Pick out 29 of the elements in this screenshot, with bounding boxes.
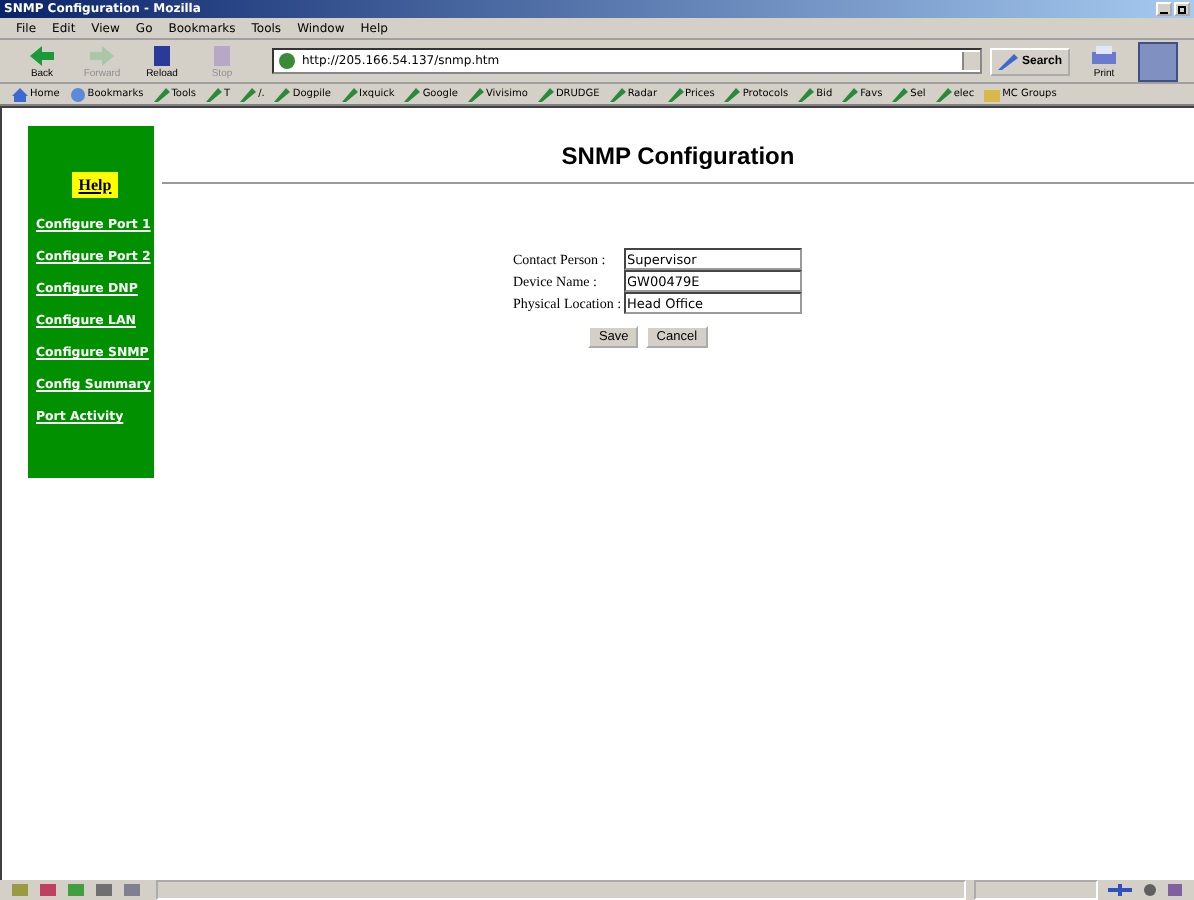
forward-arrow-icon bbox=[88, 43, 116, 67]
bookmark-icon bbox=[467, 87, 484, 101]
logo-icon bbox=[1138, 41, 1178, 81]
printer-icon bbox=[1090, 43, 1118, 67]
bookmark-icon bbox=[935, 87, 952, 101]
folder-icon bbox=[984, 87, 1001, 101]
bookmark-icon bbox=[724, 87, 741, 101]
bookmark-icon bbox=[404, 87, 421, 101]
page-icon bbox=[278, 52, 296, 70]
maximize-icon bbox=[1178, 5, 1186, 13]
minimize-button[interactable] bbox=[1156, 2, 1172, 16]
search-icon bbox=[997, 53, 1018, 69]
bookmark-icon bbox=[609, 87, 626, 101]
maximize-button[interactable] bbox=[1174, 2, 1190, 16]
reload-icon bbox=[148, 43, 176, 67]
bookmark-icon bbox=[537, 87, 554, 101]
house-icon bbox=[12, 87, 28, 101]
bookmarks-icon bbox=[69, 87, 86, 101]
help-link[interactable]: Help bbox=[72, 172, 118, 198]
back-arrow-icon bbox=[28, 43, 56, 67]
bookmark-icon bbox=[842, 87, 859, 101]
stop-icon bbox=[208, 43, 236, 67]
bookmark-icon bbox=[341, 87, 357, 101]
page-heading: SNMP Configuration bbox=[559, 142, 797, 170]
bookmark-icon bbox=[667, 87, 684, 101]
status-icons-drawing bbox=[1106, 882, 1186, 898]
bookmark-icon bbox=[153, 87, 170, 101]
bookmark-icon bbox=[798, 87, 815, 101]
bookmark-icon bbox=[892, 87, 909, 101]
